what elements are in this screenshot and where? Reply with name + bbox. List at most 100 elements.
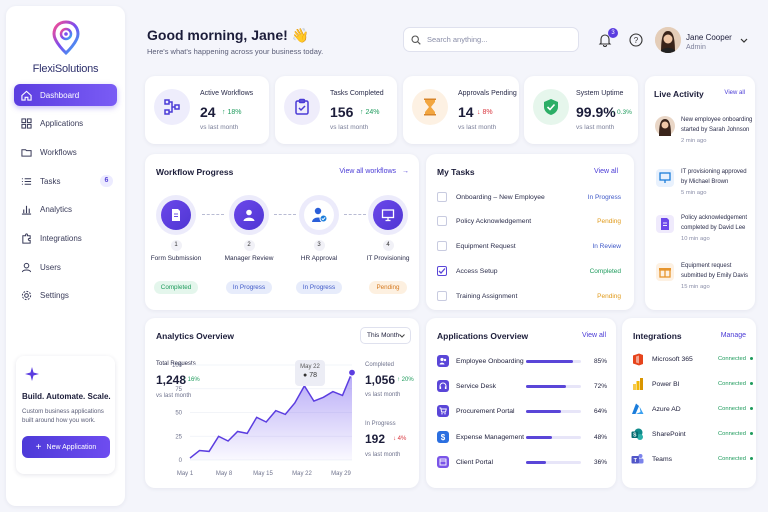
- task-row[interactable]: Access Setup Completed: [437, 263, 621, 279]
- app-progress-bar: [526, 359, 581, 363]
- home-icon: [21, 90, 32, 101]
- integration-row[interactable]: Microsoft 365 Connected: [631, 351, 753, 367]
- integration-row[interactable]: S SharePoint Connected: [631, 426, 753, 442]
- workflow-step[interactable]: 3 HR Approval In Progress: [284, 195, 354, 294]
- stat-subtext: vs last month: [200, 124, 239, 131]
- task-row[interactable]: Training Assignment Pending: [437, 288, 621, 304]
- stat-label: Approvals Pending: [458, 90, 517, 97]
- sidebar-item-settings[interactable]: Settings: [14, 285, 117, 307]
- task-checkbox[interactable]: [437, 291, 447, 301]
- x-tick-label: May 8: [216, 471, 233, 477]
- completed-label: Completed: [365, 362, 395, 368]
- activity-text: Policy acknowledgement completed by Davi…: [681, 215, 748, 231]
- app-progress-fill: [526, 460, 546, 464]
- integration-row[interactable]: Power BI Connected: [631, 376, 753, 392]
- arrow-right-icon: →: [402, 168, 409, 175]
- app-row[interactable]: Service Desk 72%: [437, 378, 607, 394]
- cart-icon: [437, 405, 449, 417]
- stat-delta: ↓ 8%: [477, 109, 493, 116]
- user-role: Admin: [686, 44, 706, 51]
- step-status: In Progress: [295, 281, 343, 294]
- stat-label: Tasks Completed: [330, 90, 384, 97]
- integration-row[interactable]: T Teams Connected: [631, 451, 753, 467]
- step-icon-ring: [156, 195, 196, 235]
- teams-icon: T: [631, 453, 644, 466]
- completed-sub: vs last month: [365, 392, 401, 398]
- step-status: Completed: [153, 281, 199, 294]
- task-checkbox[interactable]: [437, 216, 447, 226]
- applications-title: Applications Overview: [437, 331, 529, 341]
- sidebar-item-analytics[interactable]: Analytics: [14, 199, 117, 221]
- sidebar-nav: Dashboard Applications Workflows Tasks 6…: [14, 84, 117, 314]
- workflow-progress-title: Workflow Progress: [156, 167, 234, 177]
- sidebar-item-tasks[interactable]: Tasks 6: [14, 170, 117, 192]
- requests-area-chart[interactable]: 0 25 50 75 100 May 1 May 8 May 15 May 22 May 29: [145, 318, 419, 488]
- apps-view-all-link[interactable]: View all: [582, 332, 606, 339]
- task-name: Access Setup: [456, 267, 498, 275]
- sidebar: FlexiSolutions Dashboard Applications Wo…: [6, 6, 125, 506]
- stat-card-system-uptime[interactable]: System Uptime 99.9% ↑ 0.3% vs last month: [524, 76, 638, 144]
- task-checkbox[interactable]: [437, 241, 447, 251]
- app-percent: 48%: [593, 433, 607, 441]
- app-progress-fill: [526, 409, 562, 413]
- step-number: 2: [243, 240, 255, 251]
- task-checkbox-checked[interactable]: [437, 266, 447, 276]
- grid-icon: [21, 118, 32, 129]
- step-icon-ring: [229, 195, 269, 235]
- app-row[interactable]: $ Expense Management 48%: [437, 429, 607, 445]
- live-activity-card: Live Activity View all New employee onbo…: [645, 76, 755, 310]
- new-application-button[interactable]: + New Application: [22, 436, 110, 458]
- integration-status: Connected: [718, 381, 753, 387]
- stat-subtext: vs last month: [330, 124, 369, 131]
- app-row[interactable]: Employee Onboarding 85%: [437, 353, 607, 369]
- app-row[interactable]: Procurement Portal 64%: [437, 403, 607, 419]
- chevron-down-icon[interactable]: [740, 38, 748, 44]
- task-row[interactable]: Equipment Request In Review: [437, 238, 621, 254]
- sidebar-item-integrations[interactable]: Integrations: [14, 227, 117, 249]
- app-row[interactable]: Client Portal 36%: [437, 454, 607, 470]
- integrations-manage-link[interactable]: Manage: [721, 332, 746, 339]
- activity-avatar: [655, 116, 675, 136]
- user-avatar[interactable]: [655, 27, 681, 53]
- workflow-step[interactable]: 1 Form Submission Completed: [141, 195, 211, 294]
- sidebar-item-users[interactable]: Users: [14, 256, 117, 278]
- stat-card-tasks-completed[interactable]: Tasks Completed 156 ↑ 24% vs last month: [275, 76, 397, 144]
- app-progress-fill: [526, 359, 573, 363]
- sidebar-item-applications[interactable]: Applications: [14, 113, 117, 135]
- puzzle-icon: [22, 233, 31, 244]
- sidebar-item-dashboard[interactable]: Dashboard: [14, 84, 117, 106]
- integration-row[interactable]: Azure AD Connected: [631, 401, 753, 417]
- workflow-step[interactable]: 2 Manager Review In Progress: [214, 195, 284, 294]
- app-percent: 36%: [593, 458, 607, 466]
- sparkle-icon: [25, 367, 39, 381]
- task-row[interactable]: Policy Acknowledgement Pending: [437, 213, 621, 229]
- applications-overview-card: Applications Overview View all Employee …: [426, 318, 616, 488]
- bar-chart-icon: [21, 206, 32, 215]
- search-box[interactable]: Search anything...: [403, 27, 579, 52]
- chart-point[interactable]: [347, 368, 357, 377]
- document-icon: [172, 209, 180, 221]
- stat-card-approvals-pending[interactable]: Approvals Pending 14 ↓ 8% vs last month: [403, 76, 519, 144]
- user-icon: [243, 209, 255, 221]
- app-name: Service Desk: [456, 382, 497, 390]
- step-number: 4: [382, 240, 394, 251]
- monitor-icon: [381, 209, 395, 222]
- sidebar-item-workflows[interactable]: Workflows: [14, 141, 117, 163]
- in-progress-sub: vs last month: [365, 452, 401, 458]
- task-checkbox[interactable]: [437, 192, 447, 202]
- task-name: Equipment Request: [456, 242, 516, 250]
- tasks-view-all-link[interactable]: View all: [594, 168, 618, 175]
- live-activity-view-all-link[interactable]: View all: [724, 90, 745, 96]
- task-row[interactable]: Onboarding – New Employee In Progress: [437, 189, 621, 205]
- step-icon-ring: [368, 195, 408, 235]
- stat-delta: ↑ 24%: [360, 109, 380, 116]
- y-tick-label: 75: [175, 387, 182, 393]
- brand-logo[interactable]: FlexiSolutions: [6, 20, 125, 75]
- step-name: HR Approval: [300, 255, 338, 262]
- view-all-workflows-link[interactable]: View all workflows →: [339, 168, 409, 175]
- stat-card-active-workflows[interactable]: Active Workflows 24 ↑ 18% vs last month: [145, 76, 269, 144]
- help-icon[interactable]: ?: [629, 33, 643, 47]
- integration-name: Azure AD: [652, 405, 681, 413]
- powerbi-icon: [631, 378, 644, 391]
- workflow-step[interactable]: 4 IT Provisioning Pending: [353, 195, 423, 294]
